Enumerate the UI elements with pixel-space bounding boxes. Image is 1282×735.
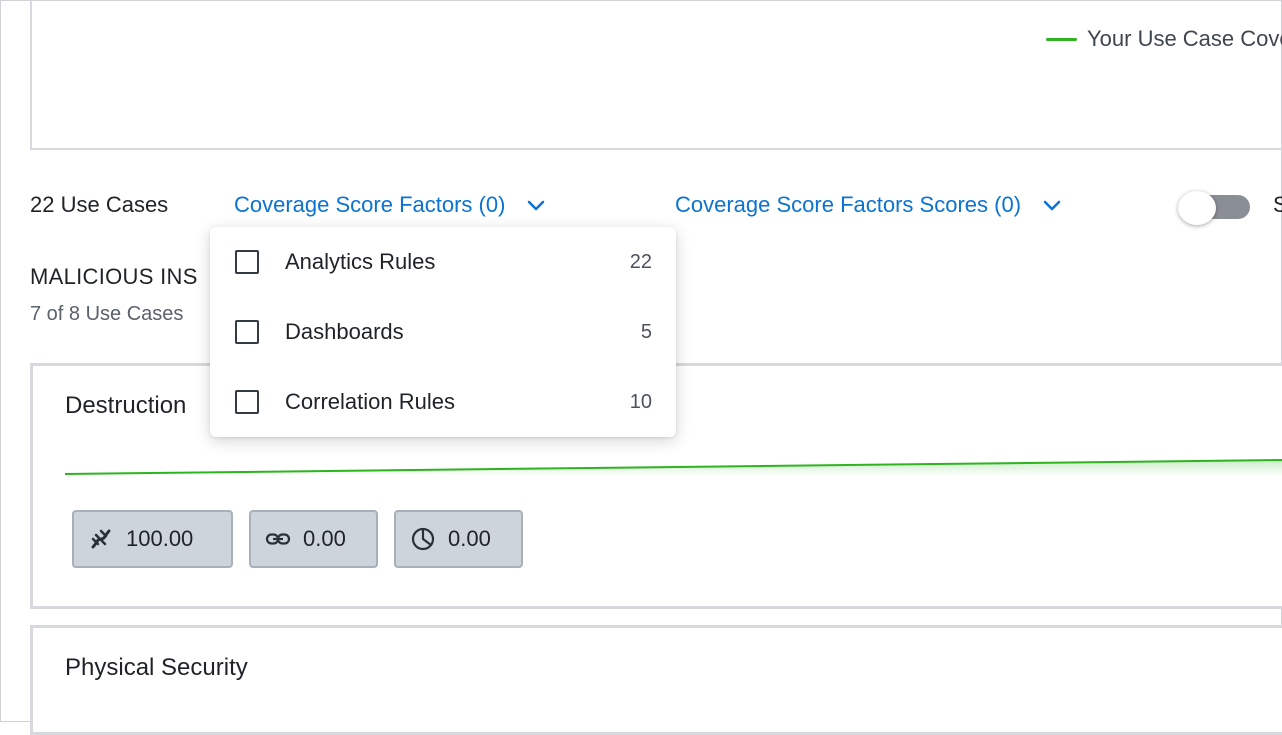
coverage-score-factors-scores-label: Coverage Score Factors Scores (0)	[675, 192, 1022, 217]
card-title: Destruction	[65, 392, 187, 419]
trend-line	[65, 459, 1282, 476]
menu-item-count: 10	[629, 390, 652, 413]
use-case-count: 22 Use Cases	[30, 192, 169, 217]
metric-value: 100.00	[126, 526, 194, 551]
menu-item-correlation-rules[interactable]: Correlation Rules 10	[210, 367, 676, 437]
coverage-score-factors-dropdown[interactable]: Coverage Score Factors (0)	[234, 192, 547, 218]
link-icon	[265, 533, 291, 545]
checkbox[interactable]	[235, 390, 259, 414]
correlation-score-badge[interactable]: 0.00	[249, 510, 378, 568]
section-title: MALICIOUS INS	[30, 264, 198, 289]
menu-item-dashboards[interactable]: Dashboards 5	[210, 297, 676, 367]
toggle-label: S	[1273, 192, 1282, 217]
dashboard-score-badge[interactable]: 0.00	[394, 510, 523, 568]
menu-item-analytics-rules[interactable]: Analytics Rules 22	[210, 227, 676, 297]
view-toggle[interactable]	[1178, 191, 1250, 225]
coverage-chart-panel: Your Use Case Cove	[30, 0, 1282, 150]
menu-item-count: 22	[629, 250, 652, 273]
coverage-score-factors-scores-dropdown[interactable]: Coverage Score Factors Scores (0)	[675, 192, 1063, 218]
legend-label: Your Use Case Cove	[1087, 26, 1282, 51]
menu-item-label: Dashboards	[285, 319, 404, 344]
coverage-score-factors-menu: Analytics Rules 22 Dashboards 5 Correlat…	[210, 227, 676, 437]
metrics-row: 100.00 0.00 0.00	[72, 510, 523, 568]
chevron-down-icon	[528, 200, 545, 211]
card-title: Physical Security	[65, 654, 248, 681]
pie-chart-icon	[411, 527, 435, 551]
use-case-card[interactable]: Physical Security	[30, 625, 1282, 735]
toggle-knob	[1178, 191, 1216, 225]
menu-item-label: Analytics Rules	[285, 249, 436, 274]
dna-icon	[91, 529, 111, 549]
coverage-score-factors-label: Coverage Score Factors (0)	[234, 192, 506, 217]
menu-item-label: Correlation Rules	[285, 389, 455, 414]
checkbox[interactable]	[235, 320, 259, 344]
legend-swatch	[1046, 37, 1077, 41]
metric-value: 0.00	[448, 526, 491, 551]
section-subtitle: 7 of 8 Use Cases	[30, 303, 184, 325]
chevron-down-icon	[1043, 200, 1061, 211]
analytics-score-badge[interactable]: 100.00	[72, 510, 233, 568]
metric-value: 0.00	[303, 526, 346, 551]
chart-legend: Your Use Case Cove	[1046, 26, 1282, 52]
checkbox[interactable]	[235, 250, 259, 274]
menu-item-count: 5	[640, 320, 652, 343]
